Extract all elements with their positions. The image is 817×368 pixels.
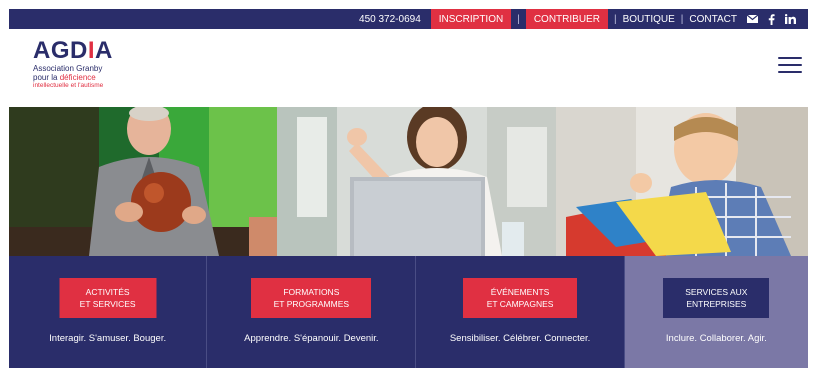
services-entreprises-button[interactable]: SERVICES AUX ENTREPRISES <box>663 278 770 318</box>
phone-number[interactable]: 450 372-0694 <box>359 14 421 25</box>
separator: | <box>680 13 684 25</box>
inscription-button[interactable]: INSCRIPTION <box>430 9 512 29</box>
contribuer-button[interactable]: CONTRIBUER <box>525 9 608 29</box>
bowling-photo <box>9 107 277 256</box>
panel-tagline: Interagir. S'amuser. Bouger. <box>49 333 167 344</box>
service-panels: ACTIVITÉS ET SERVICES Interagir. S'amuser… <box>9 256 808 368</box>
logo-line-3: intellectuelle et l'autisme <box>33 82 104 89</box>
logo-line-1: Association Granby <box>33 64 103 73</box>
panel-tagline: Inclure. Collaborer. Agir. <box>665 333 767 344</box>
boutique-link[interactable]: BOUTIQUE <box>623 14 675 25</box>
separator: | <box>517 13 520 25</box>
contact-link[interactable]: CONTACT <box>689 14 737 25</box>
laptop-photo <box>277 107 556 256</box>
formations-programmes-button[interactable]: FORMATIONS ET PROGRAMMES <box>251 278 372 318</box>
reading-photo <box>556 107 808 256</box>
facebook-icon[interactable] <box>768 13 775 25</box>
agdia-logo[interactable]: AGDIA Association Granby pour la déficie… <box>33 38 133 98</box>
panel-evenements: ÉVÉNEMENTS ET CAMPAGNES Sensibiliser. Cél… <box>416 256 625 368</box>
activites-services-button[interactable]: ACTIVITÉS ET SERVICES <box>59 278 157 318</box>
hamburger-menu-icon[interactable] <box>778 57 802 75</box>
panel-services-entreprises: SERVICES AUX ENTREPRISES Inclure. Collabo… <box>624 256 808 368</box>
panel-activites: ACTIVITÉS ET SERVICES Interagir. S'amuser… <box>9 256 208 368</box>
panel-formations: FORMATIONS ET PROGRAMMES Apprendre. S'épa… <box>207 256 417 368</box>
panel-tagline: Apprendre. S'épanouir. Devenir. <box>244 333 379 344</box>
logo-line-2: pour la déficience <box>33 73 96 82</box>
linkedin-icon[interactable] <box>785 14 796 24</box>
top-utility-bar: 450 372-0694 INSCRIPTION | CONTRIBUER | … <box>9 9 808 29</box>
separator: | <box>613 13 617 25</box>
logo-wordmark: AGDIA <box>33 37 113 64</box>
mail-icon[interactable] <box>747 15 758 23</box>
evenements-campagnes-button[interactable]: ÉVÉNEMENTS ET CAMPAGNES <box>463 278 578 318</box>
page: 450 372-0694 INSCRIPTION | CONTRIBUER | … <box>0 0 817 368</box>
panel-tagline: Sensibiliser. Célébrer. Connecter. <box>449 333 591 344</box>
hero-photo-strip <box>9 107 808 256</box>
